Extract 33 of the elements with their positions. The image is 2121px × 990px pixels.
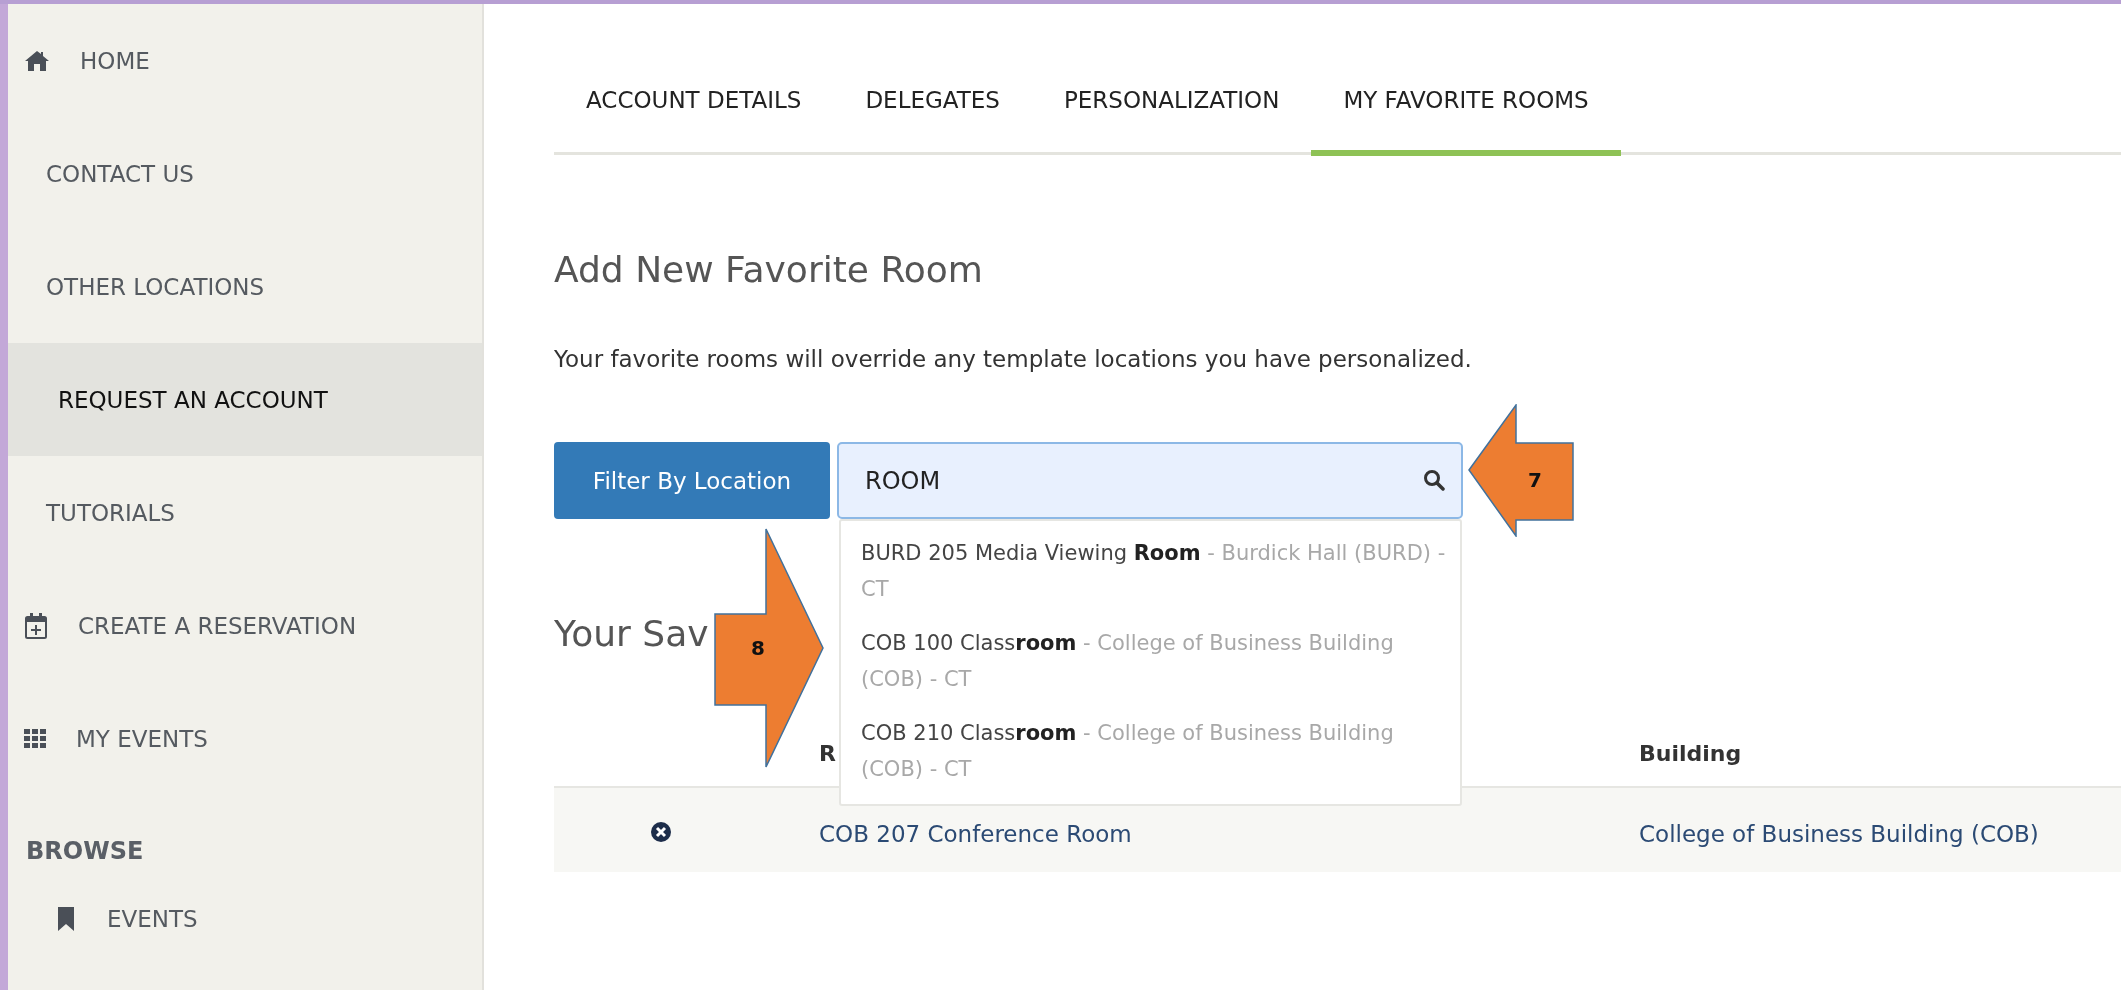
- tab[interactable]: ACCOUNT DETAILS: [554, 4, 834, 156]
- grid-icon: [24, 729, 46, 748]
- sidebar-item[interactable]: MY EVENTS: [8, 682, 482, 795]
- tab[interactable]: MY FAVORITE ROOMS: [1311, 4, 1621, 156]
- tab[interactable]: PERSONALIZATION: [1031, 4, 1312, 156]
- tab[interactable]: DELEGATES: [833, 4, 1032, 156]
- building-link[interactable]: College of Business Building (COB): [1639, 821, 2121, 847]
- search-icon: [1423, 469, 1445, 491]
- suggestion-item[interactable]: BURD 205 Media Viewing Room - Burdick Hall (BURD) - CT: [861, 532, 1457, 622]
- suggestion-item[interactable]: COB 210 Classroom - College of Business Building (COB) - CT: [861, 712, 1457, 802]
- section-title: Your Sav: [554, 612, 709, 656]
- description-text: Your favorite rooms will override any template locations you have personalized.: [554, 345, 1473, 374]
- sidebar-item[interactable]: REQUEST AN ACCOUNT: [8, 343, 482, 456]
- bookmark-icon: [57, 906, 75, 932]
- callout-number: 7: [1528, 468, 1542, 492]
- calendar-plus-icon: [24, 611, 48, 640]
- sidebar-item[interactable]: OTHER LOCATIONS: [8, 230, 482, 343]
- sidebar-item[interactable]: CREATE A RESERVATION: [8, 569, 482, 682]
- room-link[interactable]: COB 207 Conference Room: [819, 821, 1639, 847]
- suggestion-item[interactable]: COB 100 Classroom - College of Business Building (COB) - CT: [861, 622, 1457, 712]
- column-header: R: [819, 740, 836, 766]
- sidebar-item[interactable]: CONTACT US: [8, 117, 482, 230]
- home-icon: [24, 49, 50, 72]
- section-title: Add New Favorite Room: [554, 248, 983, 292]
- search-field[interactable]: ROOM: [837, 442, 1463, 519]
- section-heading: BROWSE: [25, 836, 145, 867]
- filter-button[interactable]: Filter By Location: [554, 442, 830, 519]
- remove-icon[interactable]: [650, 820, 672, 843]
- sidebar-item[interactable]: HOME: [8, 4, 482, 117]
- sidebar-item[interactable]: TUTORIALS: [8, 456, 482, 569]
- column-header: Building: [1639, 740, 1742, 766]
- sidebar-item[interactable]: EVENTS: [8, 875, 482, 963]
- callout-number: 8: [751, 636, 765, 660]
